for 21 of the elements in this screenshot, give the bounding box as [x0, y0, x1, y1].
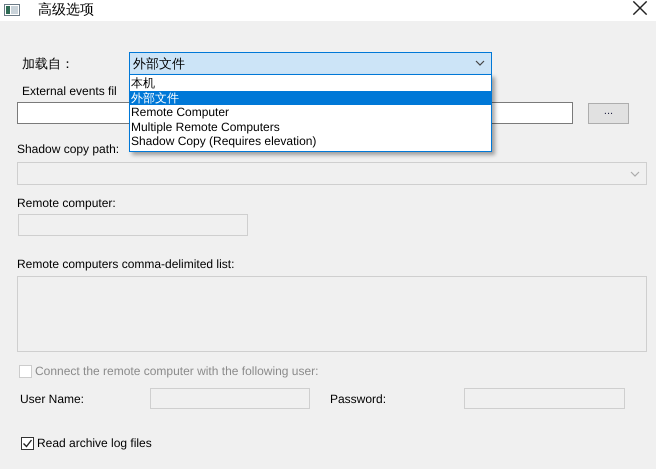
field-label: Password: — [329, 392, 388, 406]
checkbox-label: Connect the remote computer with the following user: — [35, 364, 318, 378]
dropdown-option[interactable]: Shadow Copy (Requires elevation) — [130, 134, 491, 149]
app-icon — [4, 4, 20, 16]
chevron-down-icon — [475, 59, 485, 67]
field-label: External events fil — [21, 84, 117, 98]
field-label: Shadow copy path: — [17, 142, 120, 156]
chevron-down-icon — [630, 170, 640, 178]
checkbox-label: Read archive log files — [37, 436, 152, 450]
dropdown-option[interactable]: 本机 — [130, 76, 491, 91]
window-title: 高级选项 — [38, 1, 94, 19]
field-label: Remote computers comma-delimited list: — [17, 257, 234, 271]
dropdown-option[interactable]: Remote Computer — [130, 105, 491, 120]
dropdown-option[interactable]: 外部文件 — [130, 90, 491, 106]
field-label: 加载自： — [21, 54, 75, 72]
close-icon[interactable] — [632, 0, 648, 16]
field-label: Remote computer: — [17, 196, 116, 210]
browse-button[interactable]: ... — [588, 102, 629, 124]
field-label: User Name: — [19, 392, 86, 406]
dropdown-option[interactable]: Multiple Remote Computers — [130, 120, 491, 134]
checkbox[interactable] — [21, 436, 34, 450]
